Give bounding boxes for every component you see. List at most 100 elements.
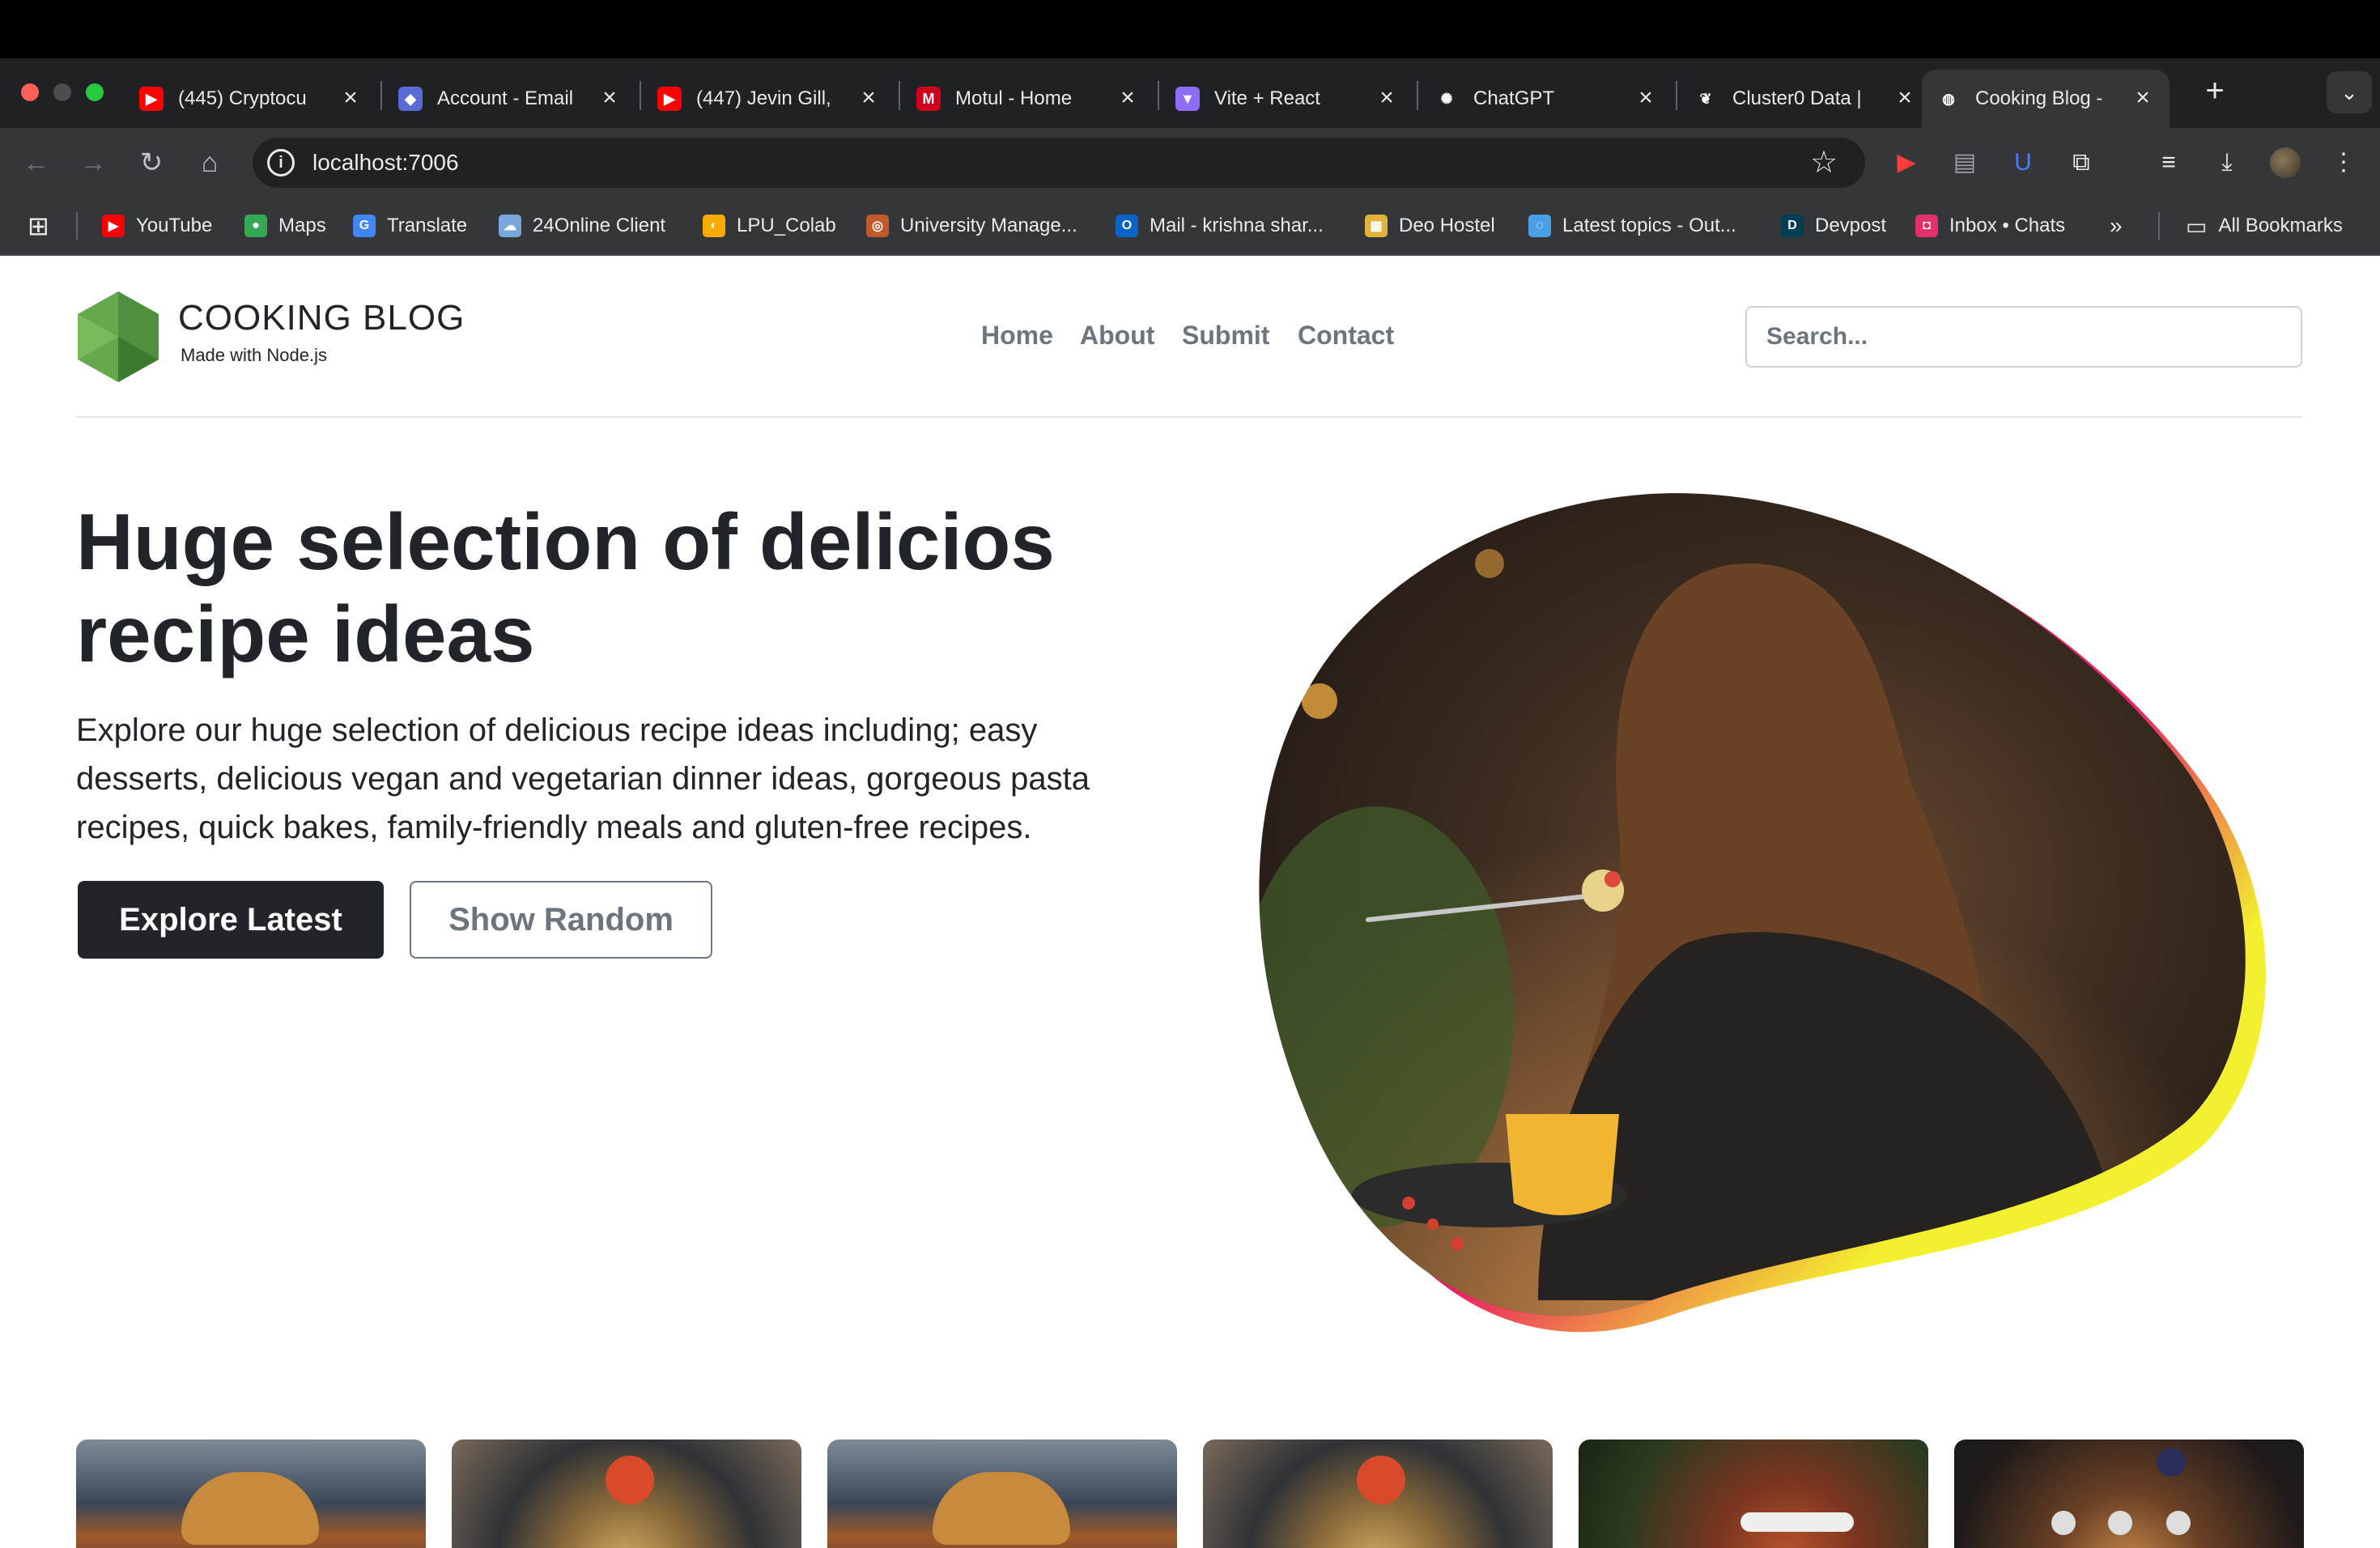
bookmark-item[interactable]: ◌ Latest topics - Out... (1528, 212, 1736, 240)
extensions-puzzle-icon[interactable]: ⧉ (2064, 146, 2098, 180)
account-icon: ◆ (398, 87, 423, 111)
globe-icon: ◍ (1936, 87, 1961, 111)
address-bar[interactable] (253, 138, 1865, 188)
vite-icon: ▼ (1175, 87, 1200, 111)
profile-avatar-icon (2270, 147, 2301, 178)
bookmark-label: Devpost (1815, 215, 1887, 236)
close-tab-icon[interactable]: × (2131, 86, 2155, 110)
bookmark-label: Mail - krishna shar... (1150, 215, 1324, 236)
carousel-dot[interactable] (2108, 1511, 2132, 1535)
motul-icon: M (916, 87, 941, 111)
nav-submit-link[interactable]: Submit (1182, 321, 1269, 351)
tab-1[interactable]: ▶ (445) Cryptocu × (139, 70, 368, 128)
cream-drizzle-image (1740, 1512, 1854, 1532)
apps-grid-icon[interactable]: ⊞ (28, 211, 49, 240)
recipe-card-pasta[interactable] (452, 1440, 801, 1548)
bookmark-item[interactable]: O Mail - krishna shar... (1116, 212, 1324, 240)
tab-title: Account - Email (437, 87, 574, 109)
nav-about-link[interactable]: About (1080, 321, 1154, 351)
recipe-card-burger[interactable] (76, 1440, 426, 1548)
search-input[interactable] (1745, 306, 2302, 368)
more-bookmarks-icon[interactable]: » (2110, 212, 2123, 240)
youtube-icon: ▶ (102, 215, 125, 237)
bookmark-item[interactable]: ☁ 24Online Client (499, 212, 665, 240)
browser-menu-icon[interactable]: ⋮ (2327, 146, 2361, 180)
recipe-card-pancakes[interactable] (1954, 1440, 2304, 1548)
minimize-window-button[interactable] (53, 83, 71, 101)
brand-title[interactable]: COOKING BLOG (178, 298, 465, 338)
bookmark-item[interactable]: ● Maps (244, 212, 326, 240)
hero-image (1259, 493, 2266, 1333)
bookmark-item[interactable]: D Devpost (1781, 212, 1886, 240)
chatgpt-icon: ✺ (1434, 87, 1459, 111)
page-content: COOKING BLOG Made with Node.js Home Abou… (0, 256, 2380, 1548)
downloads-icon[interactable]: ⤓ (2210, 146, 2244, 180)
extension-magnet-icon[interactable]: U (2006, 146, 2040, 180)
blueberry-image (2157, 1448, 2186, 1477)
recipe-card-pasta[interactable] (1203, 1440, 1553, 1548)
explore-latest-button[interactable]: Explore Latest (78, 881, 384, 959)
carousel-dot[interactable] (2051, 1511, 2076, 1535)
recipe-card-burger[interactable] (827, 1440, 1177, 1548)
bookmark-label: Deo Hostel (1399, 215, 1495, 236)
close-tab-icon[interactable]: × (338, 86, 363, 110)
bookmark-item[interactable]: ▶ YouTube (102, 212, 212, 240)
tab-separator (1417, 81, 1418, 110)
site-logo[interactable] (76, 290, 160, 384)
close-tab-icon[interactable]: × (1634, 86, 1658, 110)
tab-2[interactable]: ◆ Account - Email × (398, 70, 627, 128)
tab-6[interactable]: ✺ ChatGPT × (1434, 70, 1663, 128)
tab-7[interactable]: ❦ Cluster0 Data | × (1694, 70, 1922, 128)
mongodb-leaf-icon: ❦ (1694, 87, 1718, 111)
all-bookmarks-button[interactable]: ▭ All Bookmarks (2186, 212, 2343, 240)
extension-card-icon[interactable]: ▤ (1948, 146, 1982, 180)
profile-avatar[interactable] (2268, 146, 2302, 180)
close-tab-icon[interactable]: × (1375, 86, 1399, 110)
tab-separator (899, 81, 900, 110)
bookmark-label: 24Online Client (533, 215, 666, 236)
devpost-icon: D (1781, 215, 1804, 237)
discourse-icon: ◌ (1528, 215, 1551, 237)
tab-title: ChatGPT (1473, 87, 1555, 109)
close-tab-icon[interactable]: × (1893, 86, 1917, 110)
os-top-bar (0, 0, 2380, 58)
carousel-dot[interactable] (2166, 1511, 2191, 1535)
close-tab-icon[interactable]: × (856, 86, 881, 110)
tab-title: Motul - Home (955, 87, 1073, 109)
bookmark-item[interactable]: G Translate (353, 212, 467, 240)
tomato-image (1357, 1456, 1405, 1504)
bookmark-item[interactable]: ◎ University Manage... (866, 212, 1077, 240)
bookmark-label: Inbox • Chats (1949, 215, 2066, 236)
recipe-card-curry[interactable] (1579, 1440, 1928, 1548)
tab-8[interactable]: ◍ Cooking Blog - × (1922, 70, 2170, 128)
tab-search-button[interactable]: ⌄ (2327, 71, 2372, 113)
forward-icon[interactable]: → (74, 144, 112, 181)
home-icon[interactable]: ⌂ (191, 144, 228, 181)
media-controls-icon[interactable]: ≡ (2152, 146, 2186, 180)
maximize-window-button[interactable] (86, 83, 104, 101)
youtube-extension-icon[interactable]: ▶ (1889, 146, 1923, 180)
nav-contact-link[interactable]: Contact (1298, 321, 1394, 351)
bookmark-star-icon[interactable]: ☆ (1810, 146, 1838, 180)
site-info-icon[interactable]: i (267, 149, 295, 176)
bookmark-divider (2158, 212, 2160, 240)
bookmark-item[interactable]: ◐ LPU_Colab (703, 212, 836, 240)
url-text[interactable]: localhost:7006 (312, 147, 459, 178)
show-random-button[interactable]: Show Random (410, 881, 712, 959)
bookmark-item[interactable]: ◘ Inbox • Chats (1915, 212, 2065, 240)
tab-3[interactable]: ▶ (447) Jevin Gill, × (657, 70, 886, 128)
close-window-button[interactable] (21, 83, 39, 101)
bookmark-label: LPU_Colab (737, 215, 836, 236)
tab-title: (445) Cryptocu (178, 87, 307, 109)
close-tab-icon[interactable]: × (597, 86, 622, 110)
nav-home-link[interactable]: Home (981, 321, 1053, 351)
back-icon[interactable]: ← (18, 144, 55, 181)
tab-5[interactable]: ▼ Vite + React × (1175, 70, 1404, 128)
close-tab-icon[interactable]: × (1116, 86, 1140, 110)
reload-icon[interactable]: ↻ (133, 144, 170, 181)
tab-4[interactable]: M Motul - Home × (916, 70, 1145, 128)
colab-icon: ◐ (703, 215, 725, 237)
new-tab-button[interactable]: + (2199, 73, 2231, 108)
bookmark-item[interactable]: ▦ Deo Hostel (1365, 212, 1495, 240)
tab-separator (640, 81, 641, 110)
